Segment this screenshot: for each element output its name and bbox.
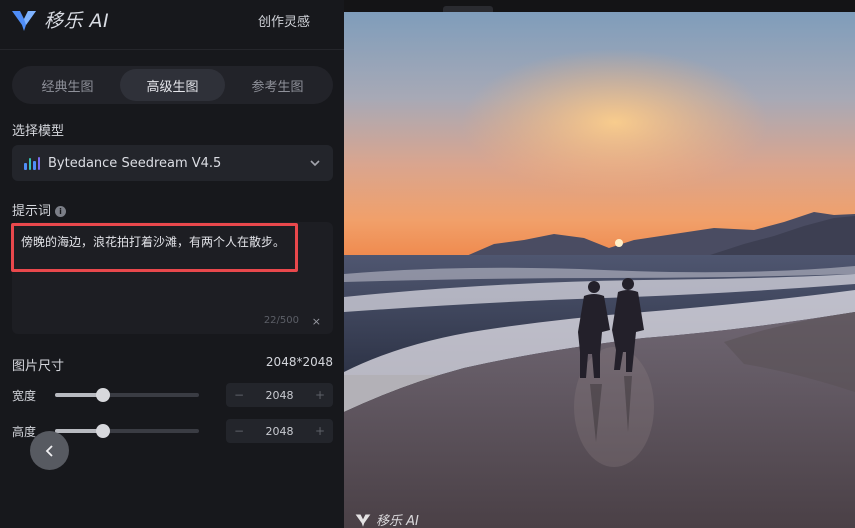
height-slider[interactable] [55,424,199,438]
top-bar: 移乐 AI 创作灵感 [0,0,344,50]
bar-chart-icon [24,156,40,170]
height-slider-thumb[interactable] [95,424,110,438]
width-row: 宽度 − 2048 + [12,383,333,407]
logo-icon [12,10,36,31]
width-stepper: − 2048 + [226,383,333,407]
nav-inspiration[interactable]: 创作灵感 [258,11,310,30]
image-watermark: 移乐 AI [354,510,419,528]
height-increment-button[interactable]: + [315,424,325,438]
chevron-down-icon [310,160,320,167]
generated-image[interactable] [344,12,855,528]
size-section-label: 图片尺寸 [12,359,65,374]
preview-top-strip [344,0,855,12]
generation-mode-tabs: 经典生图 高级生图 参考生图 [12,66,333,104]
width-label: 宽度 [12,388,37,403]
watermark-logo-icon [355,513,371,527]
model-section-label: 选择模型 [12,124,65,139]
height-input[interactable]: 2048 [266,425,294,438]
size-value: 2048*2048 [265,355,333,369]
width-slider[interactable] [55,388,199,402]
collapse-back-button[interactable] [30,431,69,470]
info-icon[interactable]: i [55,206,67,217]
prompt-label-text: 提示词 [12,204,52,219]
app-logo[interactable]: 移乐 AI [10,6,109,33]
model-name: Bytedance Seedream V4.5 [48,155,222,171]
left-panel: 移乐 AI 创作灵感 经典生图 高级生图 参考生图 选择模型 Bytedance… [0,0,344,528]
prompt-section-label: 提示词 i [12,200,67,219]
tab-classic[interactable]: 经典生图 [15,69,120,101]
width-input[interactable]: 2048 [266,389,294,402]
prompt-highlight-box [11,223,298,272]
tab-advanced[interactable]: 高级生图 [120,69,225,101]
tab-reference[interactable]: 参考生图 [225,69,330,101]
width-increment-button[interactable]: + [315,388,325,402]
height-stepper: − 2048 + [226,419,333,443]
clear-prompt-icon[interactable]: × [312,315,321,328]
chevron-left-icon [45,444,53,457]
logo-text: 移乐 AI [44,10,110,32]
height-decrement-button[interactable]: − [234,424,244,438]
width-slider-thumb[interactable] [95,388,110,402]
prompt-char-counter: 22/500 [263,315,299,326]
width-decrement-button[interactable]: − [234,388,244,402]
watermark-text: 移乐 AI [376,514,419,528]
beach-sunset-image [344,12,855,528]
model-select[interactable]: Bytedance Seedream V4.5 [12,145,333,181]
